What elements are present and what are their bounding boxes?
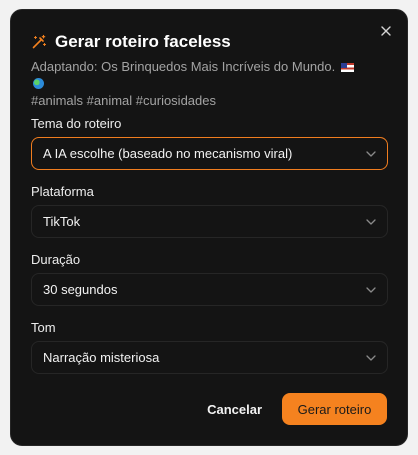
tema-select[interactable]: A IA escolhe (baseado no mecanismo viral…	[31, 137, 388, 170]
tom-value: Narração misteriosa	[43, 350, 160, 365]
tema-value: A IA escolhe (baseado no mecanismo viral…	[43, 146, 293, 161]
chevron-down-icon	[366, 218, 376, 225]
globe-icon	[33, 78, 44, 89]
chevron-down-icon	[366, 354, 376, 361]
dialog-subtitle: Adaptando: Os Brinquedos Mais Incríveis …	[31, 58, 367, 109]
close-icon[interactable]	[379, 24, 393, 38]
duracao-value: 30 segundos	[43, 282, 118, 297]
dialog-header: Gerar roteiro faceless Adaptando: Os Bri…	[31, 32, 367, 109]
tom-select[interactable]: Narração misteriosa	[31, 341, 388, 374]
duracao-select[interactable]: 30 segundos	[31, 273, 388, 306]
plataforma-select[interactable]: TikTok	[31, 205, 388, 238]
subtitle-text: Adaptando: Os Brinquedos Mais Incríveis …	[31, 59, 336, 74]
generate-script-button[interactable]: Gerar roteiro	[282, 393, 387, 425]
chevron-down-icon	[366, 286, 376, 293]
tema-label: Tema do roteiro	[31, 116, 122, 131]
hashtags-text: #animals #animal #curiosidades	[31, 93, 216, 108]
dialog-actions: Cancelar Gerar roteiro	[207, 393, 387, 425]
field-duracao: Duração 30 segundos	[31, 252, 388, 306]
cancel-button[interactable]: Cancelar	[207, 402, 262, 417]
tom-label: Tom	[31, 320, 56, 335]
generate-script-dialog: Gerar roteiro faceless Adaptando: Os Bri…	[10, 9, 408, 446]
field-tema: Tema do roteiro A IA escolhe (baseado no…	[31, 116, 388, 170]
plataforma-value: TikTok	[43, 214, 81, 229]
dialog-title: Gerar roteiro faceless	[55, 32, 231, 51]
magic-wand-icon	[32, 34, 47, 49]
title-row: Gerar roteiro faceless	[31, 32, 367, 52]
duracao-label: Duração	[31, 252, 81, 267]
usa-flag-icon	[340, 63, 354, 72]
chevron-down-icon	[366, 150, 376, 157]
plataforma-label: Plataforma	[31, 184, 94, 199]
field-plataforma: Plataforma TikTok	[31, 184, 388, 238]
field-tom: Tom Narração misteriosa	[31, 320, 388, 374]
